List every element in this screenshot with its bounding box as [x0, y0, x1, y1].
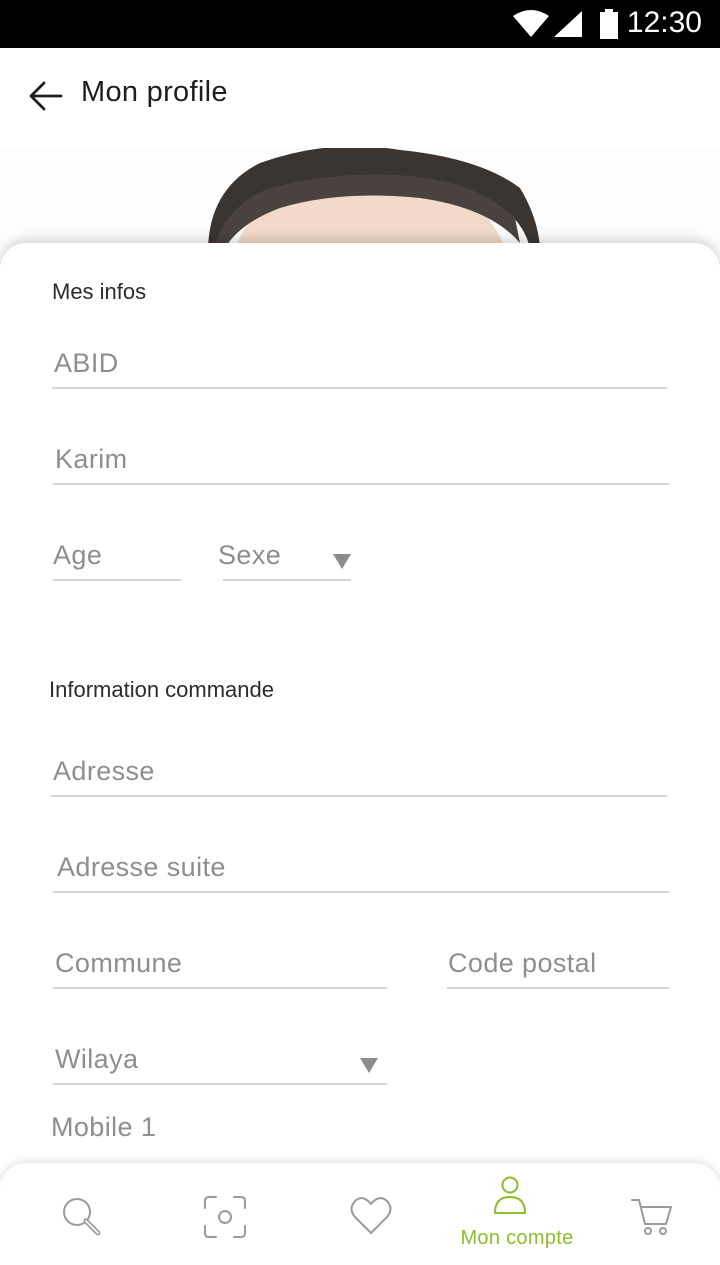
commune-field[interactable]: Commune: [53, 939, 387, 989]
sexe-select[interactable]: Sexe: [218, 531, 351, 581]
wifi-icon: [513, 10, 549, 37]
code-postal-placeholder: Code postal: [448, 948, 597, 978]
adresse-suite-field[interactable]: Adresse suite: [53, 843, 669, 893]
profile-photo: [0, 148, 720, 258]
age-placeholder: Age: [53, 540, 103, 570]
nav-search[interactable]: [40, 1163, 125, 1265]
scan-icon: [204, 1196, 246, 1238]
profile-photo-image: [208, 148, 540, 258]
section-title-commande: Information commande: [49, 677, 274, 702]
chevron-down-icon: [360, 1058, 378, 1073]
commune-placeholder: Commune: [55, 948, 183, 978]
nav-mon-compte[interactable]: Mon compte: [447, 1163, 587, 1265]
first-name-value: Karim: [55, 444, 128, 474]
nav-scan[interactable]: [185, 1163, 270, 1265]
nav-mon-compte-label: Mon compte: [460, 1227, 574, 1249]
profile-form-card: Mes infos ABID Karim Age Sexe Informatio…: [0, 243, 720, 1265]
adresse-field[interactable]: Adresse: [51, 747, 667, 797]
battery-icon: [600, 9, 618, 39]
signal-icon: [554, 11, 582, 37]
search-icon: [63, 1198, 101, 1236]
nav-favorites[interactable]: [330, 1163, 415, 1265]
wilaya-select[interactable]: Wilaya: [53, 1035, 387, 1085]
status-bar: 12:30: [0, 0, 720, 48]
heart-icon: [350, 1197, 392, 1234]
first-name-field[interactable]: Karim: [53, 435, 669, 485]
app-bar: Mon profile: [0, 48, 720, 148]
code-postal-field[interactable]: Code postal: [447, 939, 669, 989]
chevron-down-icon: [333, 554, 351, 569]
age-field[interactable]: Age: [53, 531, 181, 581]
bottom-navigation: Mon compte: [0, 1163, 720, 1265]
cart-icon: [631, 1199, 672, 1235]
status-time: 12:30: [626, 6, 702, 39]
user-icon: [494, 1176, 526, 1214]
wilaya-placeholder: Wilaya: [55, 1044, 139, 1074]
last-name-field[interactable]: ABID: [52, 339, 667, 389]
section-title-mes-infos: Mes infos: [52, 279, 147, 304]
mobile-1-label: Mobile 1: [51, 1112, 157, 1142]
adresse-placeholder: Adresse: [53, 756, 155, 786]
nav-cart[interactable]: [612, 1163, 697, 1265]
arrow-left-icon: [29, 81, 63, 111]
last-name-value: ABID: [54, 348, 119, 378]
page-title: Mon profile: [81, 76, 228, 108]
sexe-placeholder: Sexe: [218, 540, 282, 570]
back-button[interactable]: [26, 76, 66, 116]
adresse-suite-placeholder: Adresse suite: [57, 852, 226, 882]
